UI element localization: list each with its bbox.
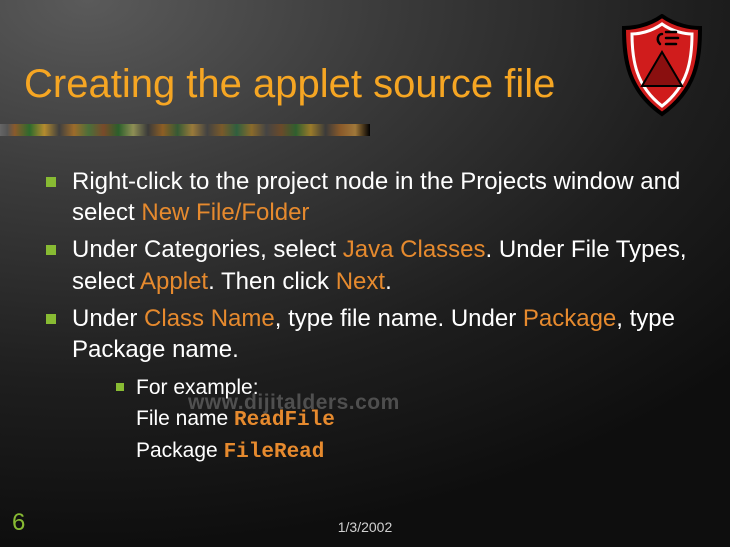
bullet-item: Right-click to the project node in the P… [36, 166, 690, 228]
slide-title: Creating the applet source file [24, 62, 555, 107]
shield-logo [618, 14, 706, 118]
highlight: Applet [140, 268, 208, 295]
sub-bullet-item: For example: File name ReadFile Package … [108, 373, 690, 468]
text: For example: [136, 376, 259, 399]
text: , type file name. Under [275, 305, 523, 332]
text: Under Categories, select [72, 236, 343, 263]
text: . Then click [208, 268, 336, 295]
text: Under [72, 305, 144, 332]
text: Package [136, 439, 224, 462]
bullet-item: Under Class Name, type file name. Under … [36, 303, 690, 469]
highlight: Package [523, 305, 616, 332]
highlight: Java Classes [343, 236, 486, 263]
bullet-item: Under Categories, select Java Classes. U… [36, 234, 690, 296]
footer-date: 1/3/2002 [0, 519, 730, 535]
slide-content: Right-click to the project node in the P… [36, 166, 690, 474]
text: File name [136, 407, 234, 430]
highlight: New File/Folder [141, 199, 309, 226]
highlight: Next [336, 268, 385, 295]
code-value: ReadFile [234, 409, 335, 432]
highlight: Class Name [144, 305, 275, 332]
text: . [385, 268, 392, 295]
slide: Creating the applet source file Right-cl… [0, 0, 730, 547]
title-divider [0, 124, 370, 136]
code-value: FileRead [224, 441, 325, 464]
